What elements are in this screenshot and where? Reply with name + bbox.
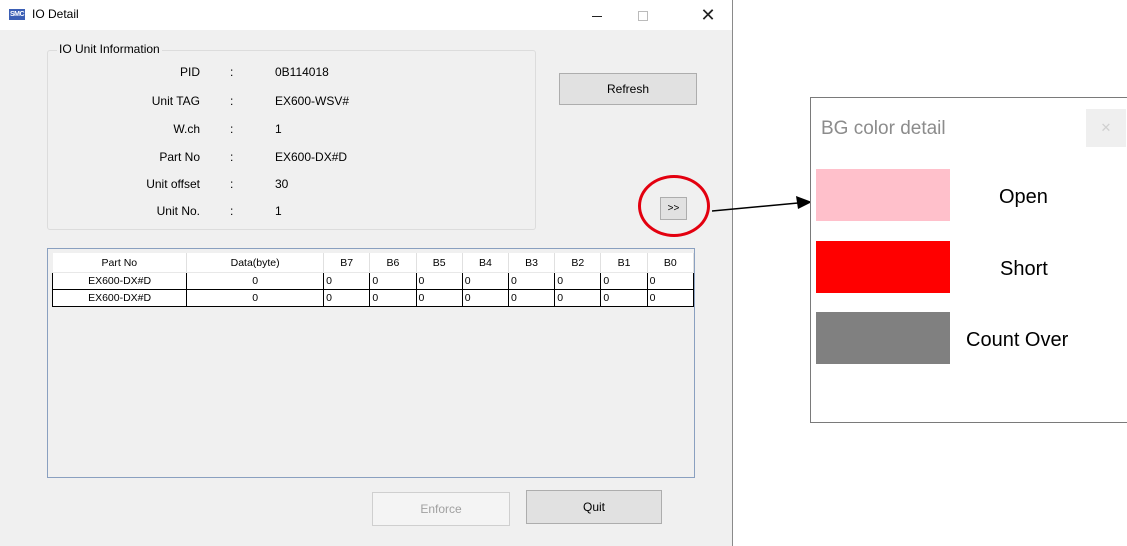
cell-part-no[interactable]: EX600-DX#D: [51, 272, 188, 290]
cell-b1[interactable]: 0: [600, 272, 648, 290]
unit-offset-label: Unit offset: [146, 177, 200, 191]
cell-b5[interactable]: 0: [415, 289, 463, 307]
minimize-icon: [592, 15, 602, 17]
cell-b1[interactable]: 0: [600, 289, 648, 307]
bg-close-button[interactable]: ✕: [1086, 109, 1126, 147]
io-detail-window: SMC IO Detail ✕ IO Unit Information PID …: [0, 0, 733, 546]
wch-value: 1: [275, 122, 282, 136]
cell-b6[interactable]: 0: [369, 272, 417, 290]
column-header-b5[interactable]: B5: [416, 253, 463, 273]
cell-b0[interactable]: 0: [646, 289, 695, 307]
unit-tag-value: EX600-WSV#: [275, 94, 350, 108]
column-header-b1[interactable]: B1: [600, 253, 648, 273]
pid-colon: :: [230, 65, 234, 79]
count-over-color-swatch: [816, 312, 950, 364]
cell-b6[interactable]: 0: [369, 289, 417, 307]
cell-b0[interactable]: 0: [646, 272, 695, 290]
short-color-swatch: [816, 241, 950, 293]
column-header-b2[interactable]: B2: [554, 253, 602, 273]
unit-tag-colon: :: [230, 94, 234, 108]
highlight-circle: [638, 175, 710, 237]
cell-data-byte[interactable]: 0: [186, 289, 325, 307]
column-header-part-no[interactable]: Part No: [52, 253, 188, 273]
column-header-data-byte[interactable]: Data(byte): [186, 253, 325, 273]
bg-color-detail-window: BG color detail ✕ Open Short Count Over: [810, 97, 1127, 423]
cell-b7[interactable]: 0: [323, 289, 371, 307]
cell-b3[interactable]: 0: [507, 272, 556, 290]
unit-no-label: Unit No.: [156, 204, 200, 218]
cell-b5[interactable]: 0: [415, 272, 463, 290]
close-icon: ✕: [1100, 120, 1112, 135]
cell-b2[interactable]: 0: [554, 272, 602, 290]
pid-value: 0B114018: [275, 65, 329, 79]
pid-label: PID: [179, 65, 200, 79]
cell-part-no[interactable]: EX600-DX#D: [51, 289, 188, 307]
close-icon: ✕: [700, 5, 716, 25]
table-header-row: Part No Data(byte) B7 B6 B5 B4 B3 B2 B1 …: [52, 253, 695, 273]
unit-offset-value: 30: [275, 177, 289, 191]
wch-label: W.ch: [173, 122, 200, 136]
unit-info-legend: IO Unit Information: [57, 42, 162, 56]
io-data-table: Part No Data(byte) B7 B6 B5 B4 B3 B2 B1 …: [51, 253, 695, 307]
unit-offset-colon: :: [230, 177, 234, 191]
quit-button[interactable]: Quit: [526, 490, 662, 524]
io-data-grid: Part No Data(byte) B7 B6 B5 B4 B3 B2 B1 …: [47, 248, 695, 478]
open-label: Open: [999, 186, 1048, 208]
cell-b3[interactable]: 0: [507, 289, 556, 307]
column-header-b7[interactable]: B7: [323, 253, 371, 273]
part-no-colon: :: [230, 150, 234, 164]
column-header-b6[interactable]: B6: [369, 253, 417, 273]
short-label: Short: [1000, 258, 1048, 280]
minimize-button[interactable]: [574, 0, 620, 30]
maximize-button[interactable]: [620, 0, 666, 30]
column-header-b3[interactable]: B3: [508, 253, 556, 273]
cell-data-byte[interactable]: 0: [186, 272, 325, 290]
cell-b4[interactable]: 0: [461, 272, 509, 290]
part-no-label: Part No: [159, 150, 200, 164]
close-button[interactable]: ✕: [685, 0, 731, 30]
part-no-value: EX600-DX#D: [275, 150, 348, 164]
maximize-icon: [638, 11, 648, 22]
annotation-arrow: [712, 196, 812, 212]
unit-no-colon: :: [230, 204, 234, 218]
wch-colon: :: [230, 122, 234, 136]
table-row[interactable]: EX600-DX#D 0 0 0 0 0 0 0 0 0: [51, 272, 695, 290]
title-bar: SMC IO Detail ✕: [0, 0, 732, 30]
column-header-b4[interactable]: B4: [462, 253, 509, 273]
unit-no-value: 1: [275, 204, 282, 218]
refresh-button[interactable]: Refresh: [559, 73, 697, 105]
app-icon: SMC: [9, 9, 25, 20]
open-color-swatch: [816, 169, 950, 221]
cell-b4[interactable]: 0: [461, 289, 509, 307]
window-title: IO Detail: [32, 7, 79, 21]
count-over-label: Count Over: [966, 329, 1069, 351]
cell-b2[interactable]: 0: [554, 289, 602, 307]
column-header-b0[interactable]: B0: [647, 253, 695, 273]
enforce-button[interactable]: Enforce: [372, 492, 510, 526]
cell-b7[interactable]: 0: [323, 272, 371, 290]
unit-tag-label: Unit TAG: [151, 94, 200, 108]
bg-window-title: BG color detail: [821, 118, 946, 139]
table-row[interactable]: EX600-DX#D 0 0 0 0 0 0 0 0 0: [51, 289, 695, 307]
